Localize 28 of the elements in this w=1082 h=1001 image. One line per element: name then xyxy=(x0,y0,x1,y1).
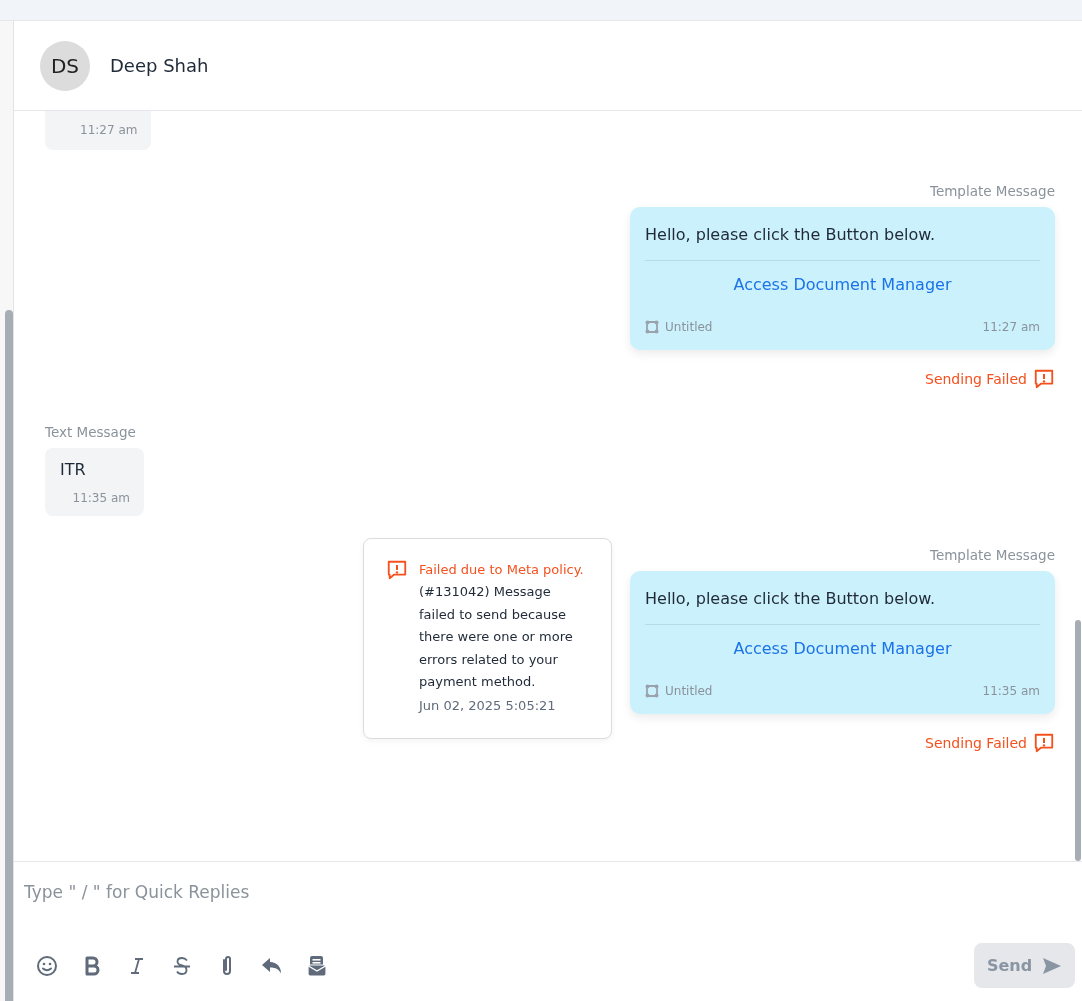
warning-icon xyxy=(386,559,408,581)
contact-name: Deep Shah xyxy=(110,55,209,76)
contact-avatar: DS xyxy=(40,40,90,91)
scrollbar-thumb[interactable] xyxy=(5,310,13,1001)
delivery-status: Sending Failed xyxy=(925,371,1027,387)
template-icon xyxy=(645,684,659,698)
message-time: 11:35 am xyxy=(982,684,1040,698)
template-icon xyxy=(645,320,659,334)
message-text: Hello, please click the Button below. xyxy=(645,225,1040,261)
error-title: Failed due to Meta policy. xyxy=(419,561,585,579)
message-input[interactable]: Type " / " for Quick Replies xyxy=(24,880,1075,904)
template-link-button[interactable]: Access Document Manager xyxy=(645,261,1040,308)
template-name: Untitled xyxy=(665,320,714,334)
error-description: (#131042) Message failed to send because there were one or more errors related to your payment method. xyxy=(419,583,574,692)
message-text: ITR xyxy=(60,460,87,479)
message-type-label: Text Message xyxy=(45,424,137,440)
scrollbar-thumb[interactable] xyxy=(1075,620,1081,861)
message-time: 11:27 am xyxy=(982,320,1040,334)
send-icon xyxy=(1042,956,1063,975)
message-type-label: Template Message xyxy=(929,183,1055,199)
template-name: Untitled xyxy=(665,684,714,698)
template-link-button[interactable]: Access Document Manager xyxy=(645,625,1040,672)
message-time: 11:35 am xyxy=(72,491,130,505)
delivery-status: Sending Failed xyxy=(925,735,1027,751)
message-text: Hello, please click the Button below. xyxy=(645,589,1040,625)
message-time: 11:27 am xyxy=(80,123,138,137)
message-type-label: Template Message xyxy=(929,547,1055,563)
error-timestamp: Jun 02, 2025 5:05:21 xyxy=(419,697,557,716)
